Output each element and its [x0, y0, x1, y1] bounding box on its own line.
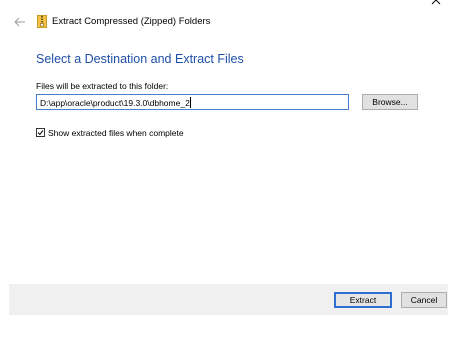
destination-label: Files will be extracted to this folder:	[36, 81, 169, 91]
close-button[interactable]	[428, 0, 444, 8]
window-title: Extract Compressed (Zipped) Folders	[52, 16, 211, 27]
close-icon	[431, 0, 441, 5]
cancel-button[interactable]: Cancel	[401, 292, 447, 308]
destination-path-input[interactable]: D:\app\oracle\product\19.3.0\dbhome_2	[36, 94, 349, 110]
dialog-footer: Extract Cancel	[9, 284, 448, 315]
extract-button[interactable]: Extract	[334, 292, 392, 308]
back-button[interactable]	[12, 14, 28, 30]
destination-path-value: D:\app\oracle\product\19.3.0\dbhome_2	[40, 98, 190, 108]
zip-folder-icon	[37, 15, 47, 28]
title-bar: Extract Compressed (Zipped) Folders	[0, 10, 474, 34]
checkmark-icon	[37, 130, 44, 136]
show-files-label[interactable]: Show extracted files when complete	[48, 128, 184, 138]
show-files-checkbox[interactable]	[36, 128, 45, 137]
page-heading: Select a Destination and Extract Files	[36, 52, 244, 66]
back-arrow-icon	[14, 17, 25, 27]
browse-button[interactable]: Browse...	[362, 94, 418, 110]
text-caret	[189, 97, 191, 108]
